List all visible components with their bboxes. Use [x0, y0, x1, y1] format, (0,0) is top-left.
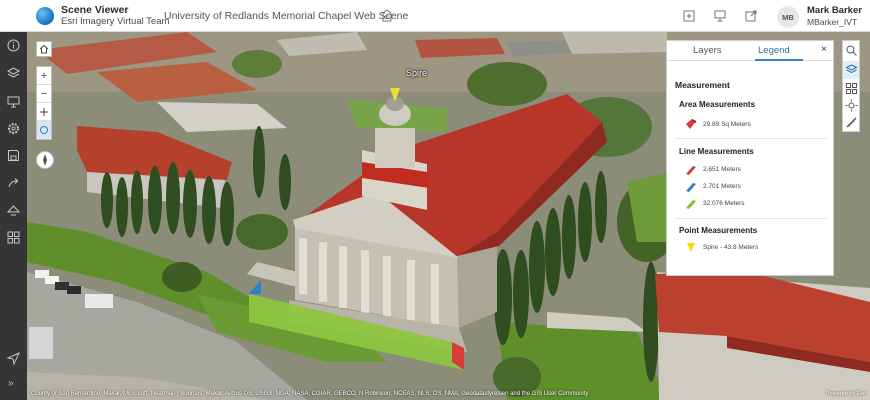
basemap-gallery-icon[interactable] — [845, 82, 858, 95]
tab-legend[interactable]: Legend — [758, 45, 790, 56]
rotate-icon — [40, 126, 48, 134]
line-symbol-green-icon — [686, 200, 696, 209]
line-symbol-blue-icon — [686, 183, 696, 192]
line-measurement-value: 32.076 Meters — [703, 200, 745, 207]
measure-icon[interactable] — [6, 202, 21, 217]
legend-layer-title: Measurement — [675, 80, 730, 90]
save-icon[interactable] — [6, 148, 21, 163]
active-tab-indicator — [755, 59, 803, 61]
share-icon[interactable] — [6, 175, 21, 190]
compass-icon — [43, 154, 47, 166]
feedback-icon[interactable] — [6, 351, 21, 366]
line-measurement-value: 2.701 Meters — [703, 183, 741, 190]
expand-toolbar-icon[interactable]: » — [8, 378, 14, 389]
zoom-pan-controls: + − — [36, 66, 52, 140]
divider — [675, 218, 827, 219]
spire-map-label: Spire — [406, 68, 428, 78]
legend-panel: Layers Legend × Measurement Area Measure… — [666, 40, 834, 276]
measure-tool-icon[interactable] — [845, 116, 858, 129]
point-measurement-value: Spire - 43.8 Meters — [703, 244, 759, 251]
basemap-icon[interactable] — [6, 230, 21, 245]
close-icon[interactable]: × — [821, 44, 827, 55]
present-icon[interactable] — [713, 9, 727, 23]
add-layer-icon[interactable] — [682, 9, 696, 23]
line-symbol-red-icon — [686, 166, 696, 175]
user-name[interactable]: Mark Barker — [807, 5, 862, 16]
user-id: MBarker_IVT — [807, 17, 858, 27]
organization-icon — [382, 9, 392, 22]
home-button[interactable] — [36, 41, 52, 57]
area-measurements-title: Area Measurements — [679, 100, 756, 109]
tab-layers[interactable]: Layers — [693, 45, 722, 56]
rotate-button[interactable] — [37, 121, 51, 139]
layers-legend-icon[interactable] — [845, 63, 858, 76]
area-measurement-value: 29.89 Sq Meters — [703, 121, 751, 128]
home-icon — [39, 44, 49, 54]
zoom-out-button[interactable]: − — [37, 85, 51, 103]
scene-viewer-logo-icon[interactable] — [36, 7, 54, 25]
line-measurements-title: Line Measurements — [679, 147, 754, 156]
open-new-window-icon[interactable] — [744, 9, 758, 23]
team-name[interactable]: Esri Imagery Virtual Team — [61, 16, 169, 27]
settings-icon[interactable] — [6, 121, 21, 136]
point-measurements-title: Point Measurements — [679, 226, 758, 235]
powered-by-esri[interactable]: Powered by Esri — [826, 391, 866, 397]
compass-button[interactable] — [36, 151, 54, 169]
point-symbol-icon — [687, 243, 695, 252]
search-icon[interactable] — [845, 44, 858, 57]
panel-tabs: Layers Legend × — [667, 41, 833, 61]
info-icon[interactable] — [6, 38, 21, 53]
app-header: Scene Viewer Esri Imagery Virtual Team U… — [0, 0, 870, 32]
layers-icon[interactable] — [6, 66, 21, 81]
scene-title: University of Redlands Memorial Chapel W… — [164, 10, 409, 22]
map-attribution: County of San Bernardino, Maxar, Microso… — [31, 391, 589, 397]
area-symbol-icon — [686, 119, 696, 129]
zoom-in-button[interactable]: + — [37, 67, 51, 85]
app-name: Scene Viewer — [61, 4, 129, 16]
user-avatar[interactable]: MB — [777, 6, 799, 28]
pan-button[interactable] — [37, 103, 51, 121]
slides-icon[interactable] — [6, 94, 21, 109]
daylight-icon[interactable] — [845, 99, 858, 112]
right-tool-strip — [842, 40, 860, 132]
divider — [675, 138, 827, 139]
line-measurement-value: 2.651 Meters — [703, 166, 741, 173]
left-toolbar: » — [0, 32, 27, 400]
pan-icon — [40, 107, 48, 116]
